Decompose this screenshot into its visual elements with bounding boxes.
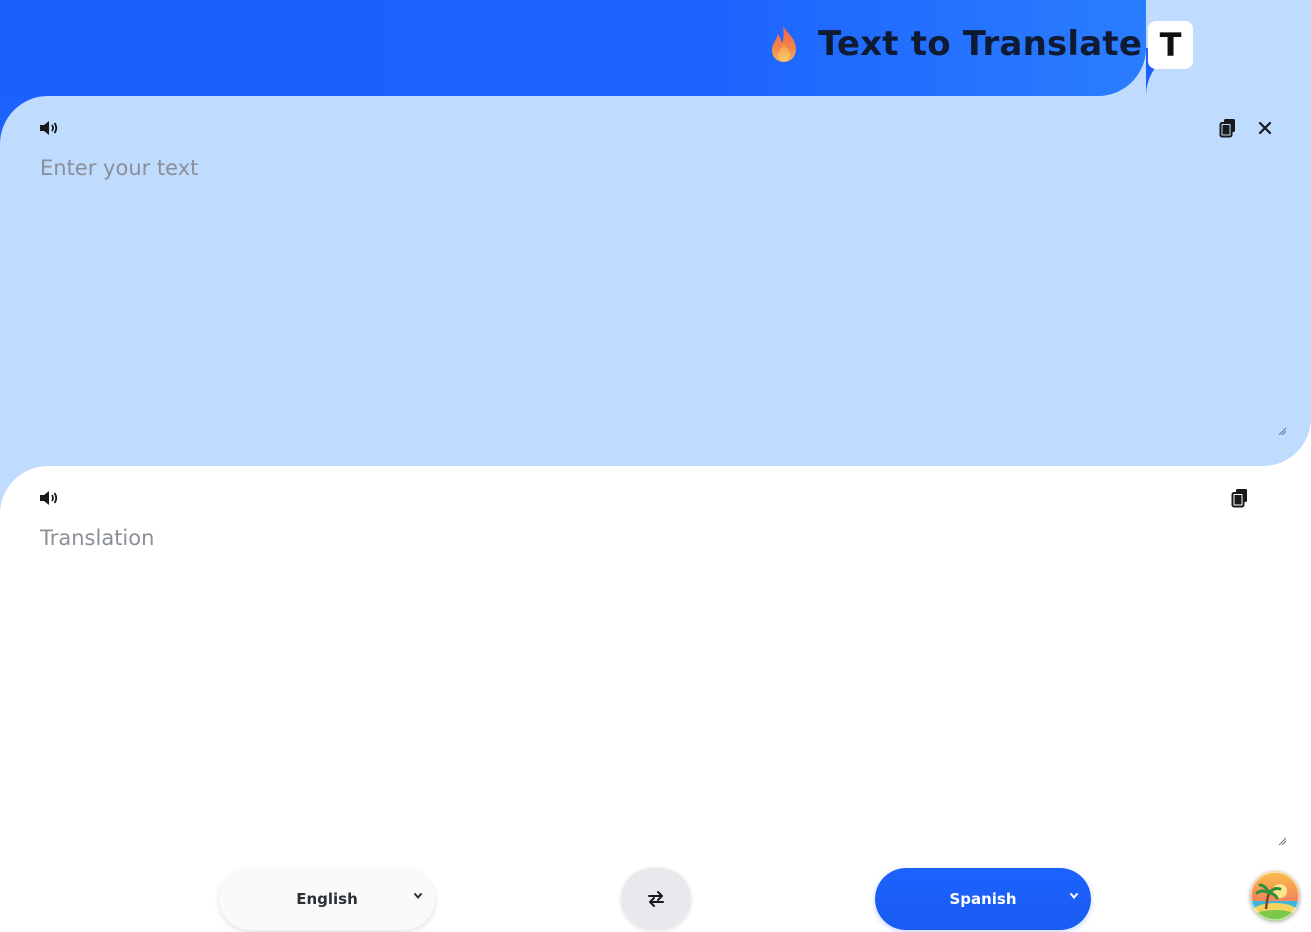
- copy-icon[interactable]: [1229, 487, 1251, 509]
- beach-island-avatar-icon: [1250, 871, 1300, 921]
- swap-languages-button[interactable]: [621, 868, 691, 930]
- app-title-group: Text to Translate: [766, 24, 1142, 64]
- speaker-icon[interactable]: [39, 487, 61, 509]
- speaker-icon[interactable]: [39, 117, 61, 139]
- target-language-label: Spanish: [949, 890, 1017, 908]
- chevron-down-icon: [1070, 893, 1078, 900]
- chevron-down-icon: [414, 893, 422, 900]
- page-title: Text to Translate: [818, 24, 1143, 64]
- translation-output[interactable]: [40, 526, 1280, 826]
- user-avatar[interactable]: [1250, 871, 1300, 921]
- close-icon[interactable]: [1254, 117, 1276, 139]
- source-language-label: English: [296, 890, 358, 908]
- theme-toggle-button[interactable]: T: [1148, 21, 1193, 69]
- resize-handle[interactable]: [1278, 837, 1286, 845]
- translator-app: Text to Translate T Enter your text Tran…: [0, 0, 1311, 932]
- source-text-input[interactable]: [40, 156, 1280, 416]
- flame-icon: [772, 26, 796, 62]
- swap-arrows-icon: [648, 891, 664, 907]
- target-language-select[interactable]: Spanish: [875, 868, 1091, 930]
- resize-handle[interactable]: [1278, 427, 1286, 435]
- copy-icon[interactable]: [1217, 117, 1239, 139]
- source-language-select[interactable]: English: [219, 868, 435, 930]
